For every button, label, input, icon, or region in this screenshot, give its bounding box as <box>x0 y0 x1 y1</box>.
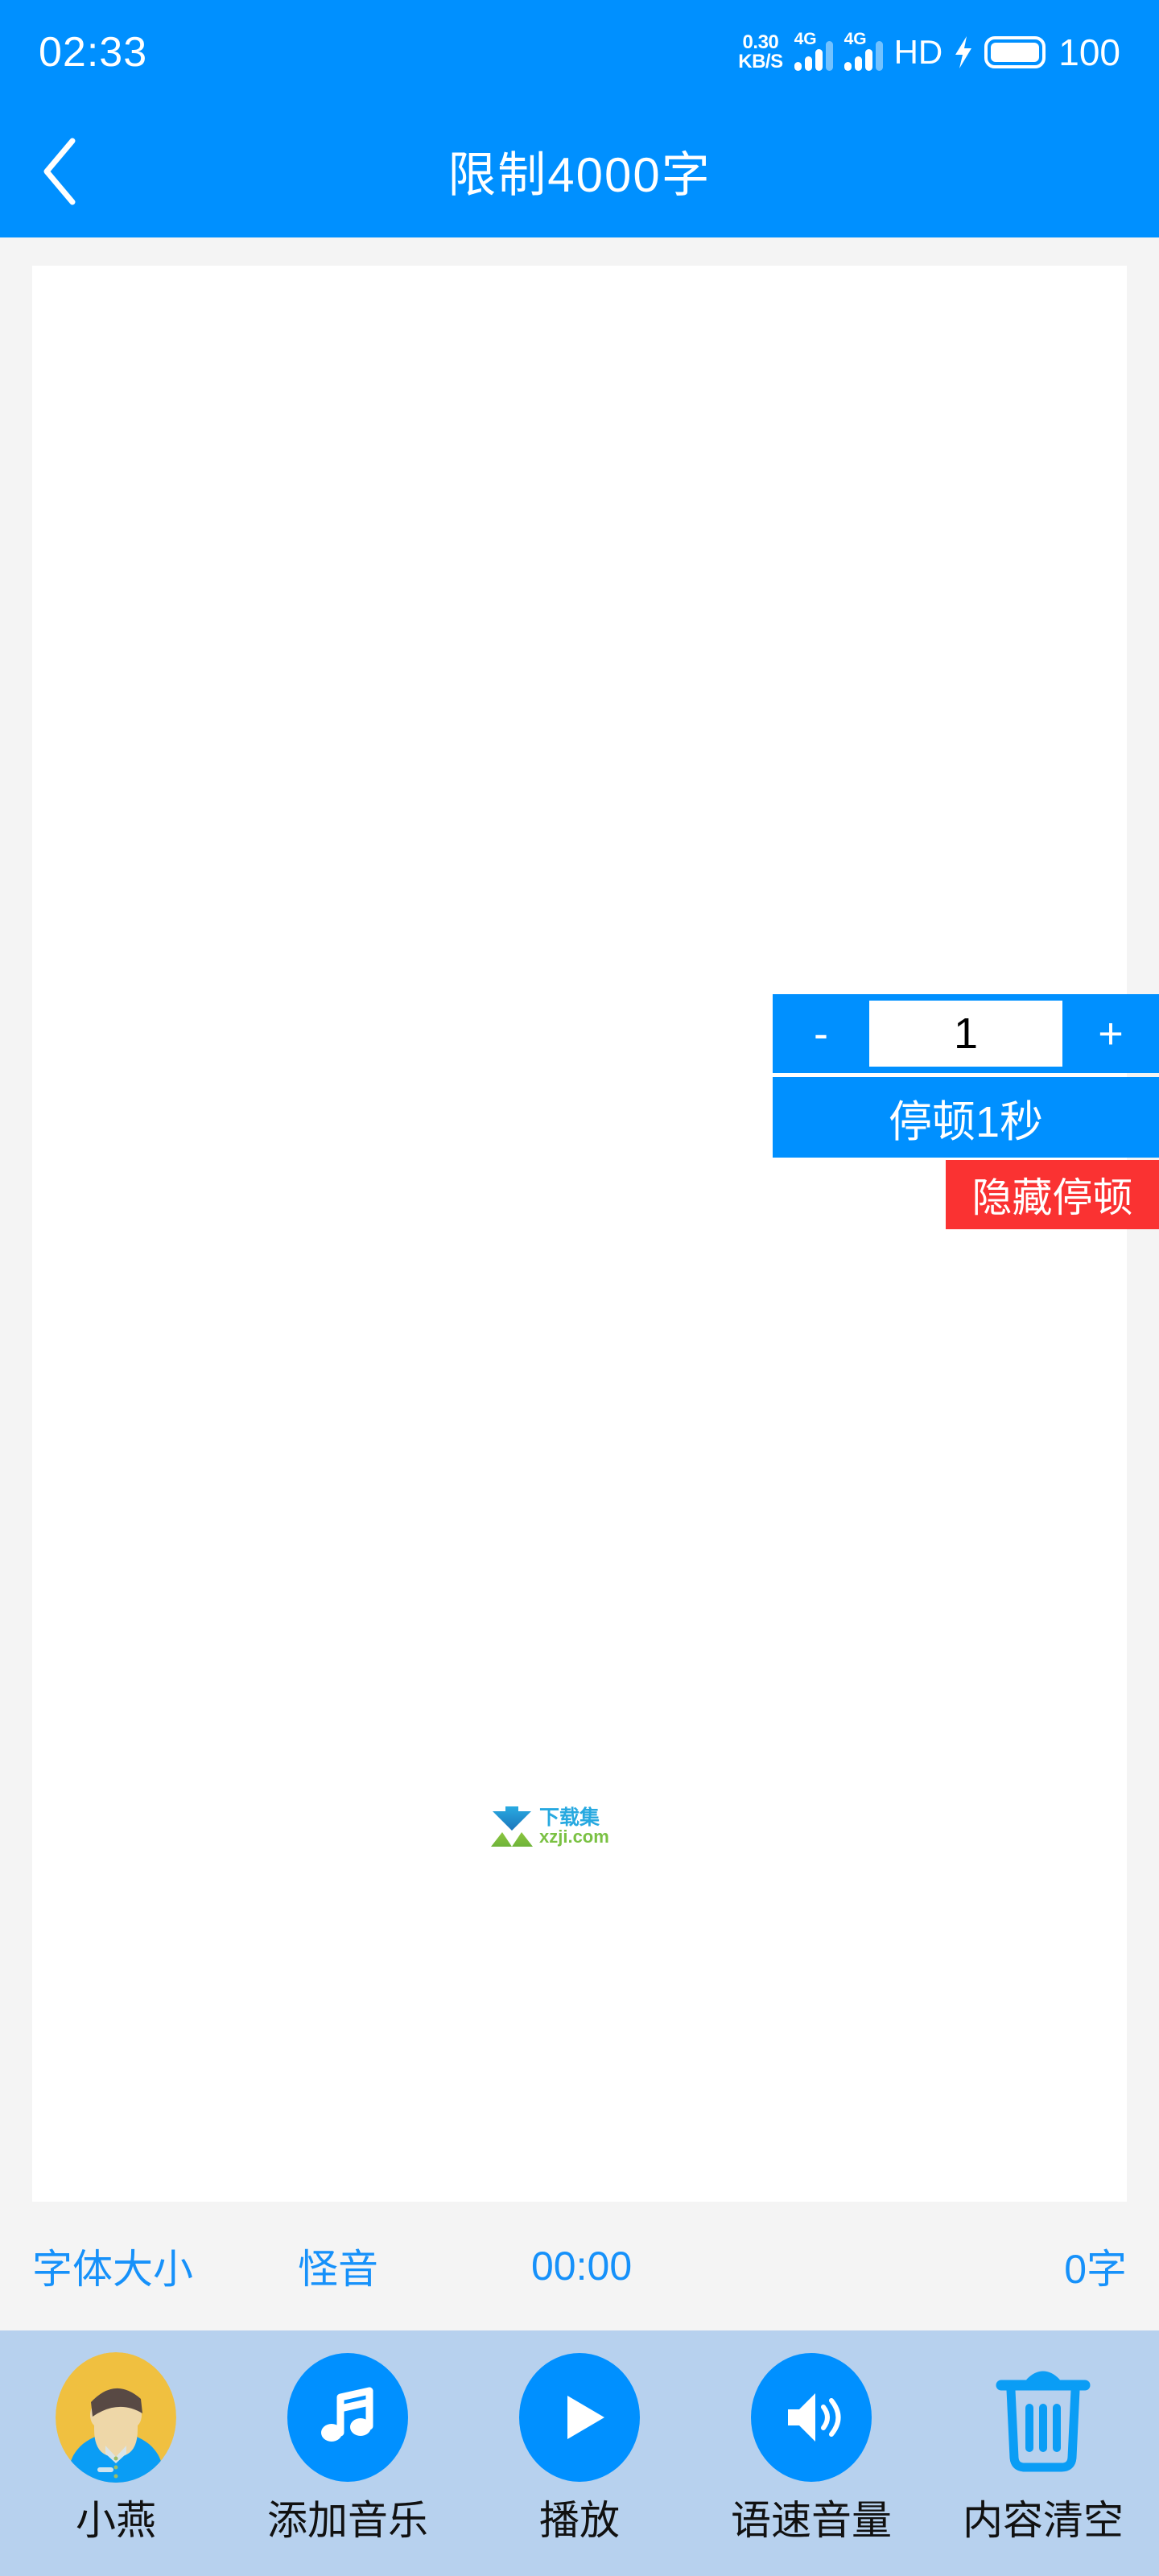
character-count-label: 0字 <box>1064 2237 1127 2295</box>
pause-decrement-button[interactable]: - <box>773 994 869 1073</box>
status-indicators: 0.30 KB/S 4G 4G HD 100 <box>738 31 1120 74</box>
pause-seconds-value[interactable]: 1 <box>869 1001 1062 1067</box>
sim1-network-generation-label: 4G <box>794 31 817 47</box>
hide-pause-button[interactable]: 隐藏停顿 <box>946 1160 1159 1229</box>
music-note-icon-wrap <box>283 2353 412 2482</box>
page-title: 限制4000字 <box>0 136 1159 206</box>
sim2-network-generation-label: 4G <box>844 31 867 47</box>
hd-voice-label: HD <box>894 33 943 72</box>
pause-seconds-stepper: - 1 + <box>773 994 1159 1073</box>
toolbar-label-speed-volume: 语速音量 <box>731 2488 892 2546</box>
editor-status-row: 字体大小 怪音 00:00 0字 <box>0 2202 1159 2330</box>
toolbar-label-add-music: 添加音乐 <box>267 2488 428 2546</box>
pause-increment-button[interactable]: + <box>1062 994 1159 1073</box>
speaker-volume-icon-wrap <box>747 2353 876 2482</box>
trash-icon <box>995 2361 1091 2474</box>
insert-pause-button[interactable]: 停顿1秒 <box>773 1077 1159 1158</box>
music-note-icon <box>313 2383 382 2452</box>
back-button[interactable] <box>0 105 121 237</box>
bottom-toolbar: 小燕 添加音乐 播放 <box>0 2330 1159 2576</box>
toolbar-item-add-music[interactable]: 添加音乐 <box>241 2353 455 2546</box>
toolbar-label-play: 播放 <box>539 2488 620 2546</box>
font-size-button[interactable]: 字体大小 <box>32 2237 193 2295</box>
pause-insert-popup: - 1 + 停顿1秒 隐藏停顿 <box>773 994 1159 1229</box>
back-chevron-icon <box>42 138 79 205</box>
speaker-volume-icon <box>777 2383 846 2452</box>
network-speed-unit: KB/S <box>738 52 782 72</box>
toolbar-item-play[interactable]: 播放 <box>473 2353 687 2546</box>
title-bar: 限制4000字 <box>0 105 1159 237</box>
duration-label: 00:00 <box>531 2243 632 2289</box>
voice-select-button[interactable]: 怪音 <box>298 2237 378 2295</box>
play-icon-wrap <box>515 2353 644 2482</box>
toolbar-item-clear-content[interactable]: 内容清空 <box>937 2353 1150 2546</box>
play-icon <box>545 2383 614 2452</box>
toolbar-item-speed-volume[interactable]: 语速音量 <box>705 2353 918 2546</box>
text-editor-input[interactable] <box>32 266 1127 2202</box>
toolbar-label-voice-persona: 小燕 <box>76 2488 156 2546</box>
lightning-bolt-icon <box>954 36 973 68</box>
status-clock: 02:33 <box>39 28 147 76</box>
battery-full-icon <box>984 36 1046 68</box>
toolbar-label-clear-content: 内容清空 <box>963 2488 1124 2546</box>
editor-card <box>32 266 1127 2202</box>
user-avatar-icon <box>52 2353 180 2482</box>
network-speed-value: 0.30 <box>738 33 782 52</box>
trash-icon-wrap <box>979 2353 1107 2482</box>
sim1-signal-icon: 4G <box>794 34 833 71</box>
battery-percent-label: 100 <box>1058 31 1120 74</box>
network-speed-indicator: 0.30 KB/S <box>738 33 782 72</box>
toolbar-item-voice-persona[interactable]: 小燕 <box>10 2353 223 2546</box>
sim2-signal-icon: 4G <box>844 34 883 71</box>
status-bar: 02:33 0.30 KB/S 4G 4G HD 100 <box>0 0 1159 105</box>
